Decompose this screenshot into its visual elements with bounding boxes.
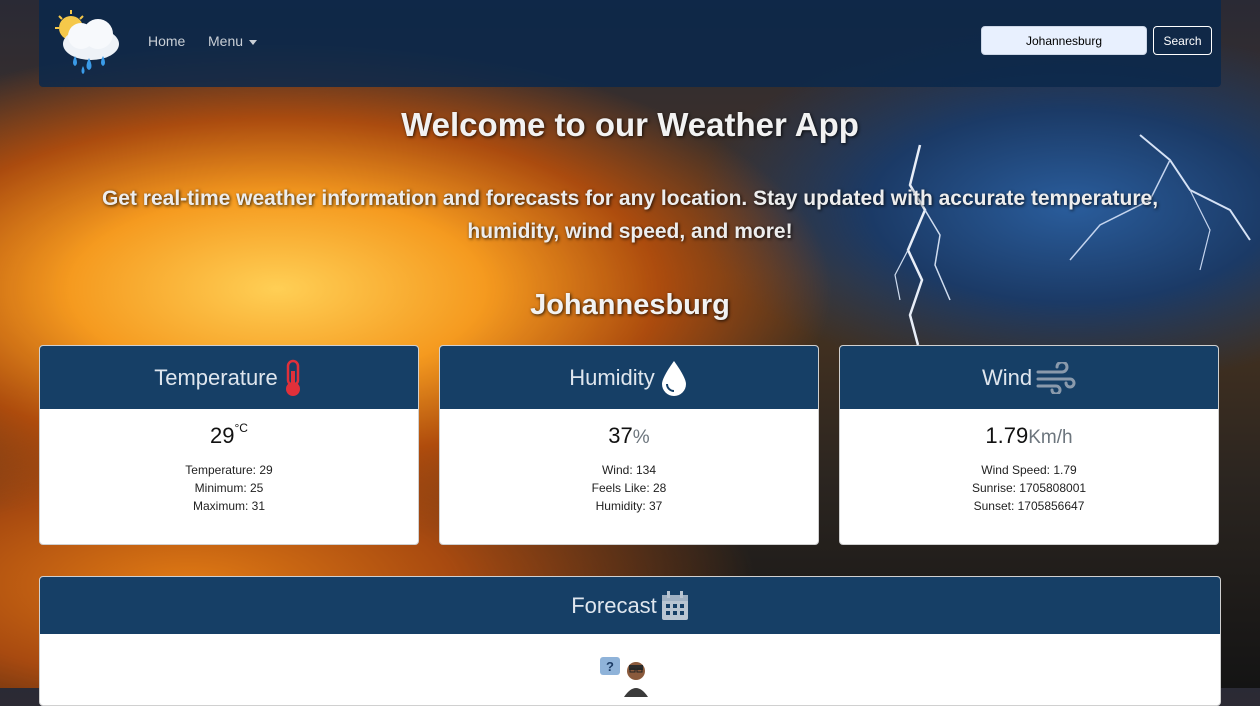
sunset-detail: Sunset: 1705856647: [973, 499, 1085, 513]
weather-logo-icon[interactable]: [53, 10, 123, 76]
wind-speed-detail: Wind Speed: 1.79: [981, 463, 1077, 477]
wind-card-title: Wind: [981, 364, 1033, 390]
temperature-details: Temperature: 29 Minimum: 25 Maximum: 31: [40, 461, 418, 515]
humidity-card-header: Humidity: [440, 346, 818, 409]
humidity-unit: %: [632, 427, 650, 448]
location-name: Johannesburg: [530, 289, 730, 321]
sunrise-detail: Sunrise: 1705808001: [971, 481, 1087, 495]
temperature-detail: Temperature: 29: [185, 463, 273, 477]
navbar: Home Menu Search: [39, 0, 1221, 87]
forecast-card-header: Forecast: [40, 577, 1220, 634]
page-title: Welcome to our Weather App: [401, 106, 859, 143]
humidity-card: Humidity 37% Wind: 134 Feels Like: 28 Hu…: [439, 345, 819, 545]
humidity-value: 37: [608, 423, 633, 448]
temperature-value: 29: [210, 423, 235, 448]
humidity-details: Wind: 134 Feels Like: 28 Humidity: 37: [440, 461, 818, 515]
wind-value-row: 1.79Km/h: [840, 423, 1218, 449]
droplet-icon: [661, 360, 686, 396]
temperature-card-title: Temperature: [154, 364, 278, 390]
minimum-detail: Minimum: 25: [194, 481, 264, 495]
chevron-down-icon: [249, 39, 258, 45]
temperature-value-row: 29°C: [40, 421, 418, 449]
forecast-card-title: Forecast: [571, 592, 657, 618]
wind-value: 1.79: [985, 423, 1029, 448]
temperature-card: Temperature 29°C Temperature: 29 Minimum…: [39, 345, 419, 545]
nav-menu-label: Menu: [208, 33, 244, 49]
page-subtitle: Get real-time weather information and fo…: [101, 187, 1159, 243]
wind-detail: Wind: 134: [601, 463, 657, 477]
svg-text:?: ?: [606, 659, 614, 674]
wind-unit: Km/h: [1028, 427, 1073, 448]
humidity-card-title: Humidity: [569, 364, 655, 390]
maximum-detail: Maximum: 31: [192, 499, 266, 513]
temperature-unit: °C: [234, 421, 248, 435]
search-input[interactable]: [981, 26, 1147, 55]
wind-details: Wind Speed: 1.79 Sunrise: 1705808001 Sun…: [840, 461, 1218, 515]
nav-menu-dropdown[interactable]: Menu: [208, 33, 258, 49]
search-button[interactable]: Search: [1153, 26, 1212, 55]
wind-card: Wind 1.79Km/h Wind Speed: 1.79 Sunrise: …: [839, 345, 1219, 545]
temperature-card-header: Temperature: [40, 346, 418, 409]
humidity-detail: Humidity: 37: [595, 499, 663, 513]
nav-home-link[interactable]: Home: [148, 33, 185, 49]
feels-like-detail: Feels Like: 28: [591, 481, 667, 495]
calendar-icon: [661, 590, 688, 620]
humidity-value-row: 37%: [440, 423, 818, 449]
wind-card-header: Wind: [840, 346, 1218, 409]
thermometer-icon: [285, 359, 300, 396]
person-question-icon: ?: [600, 657, 648, 697]
wind-icon: [1036, 361, 1076, 394]
forecast-card: Forecast ?: [39, 576, 1221, 706]
